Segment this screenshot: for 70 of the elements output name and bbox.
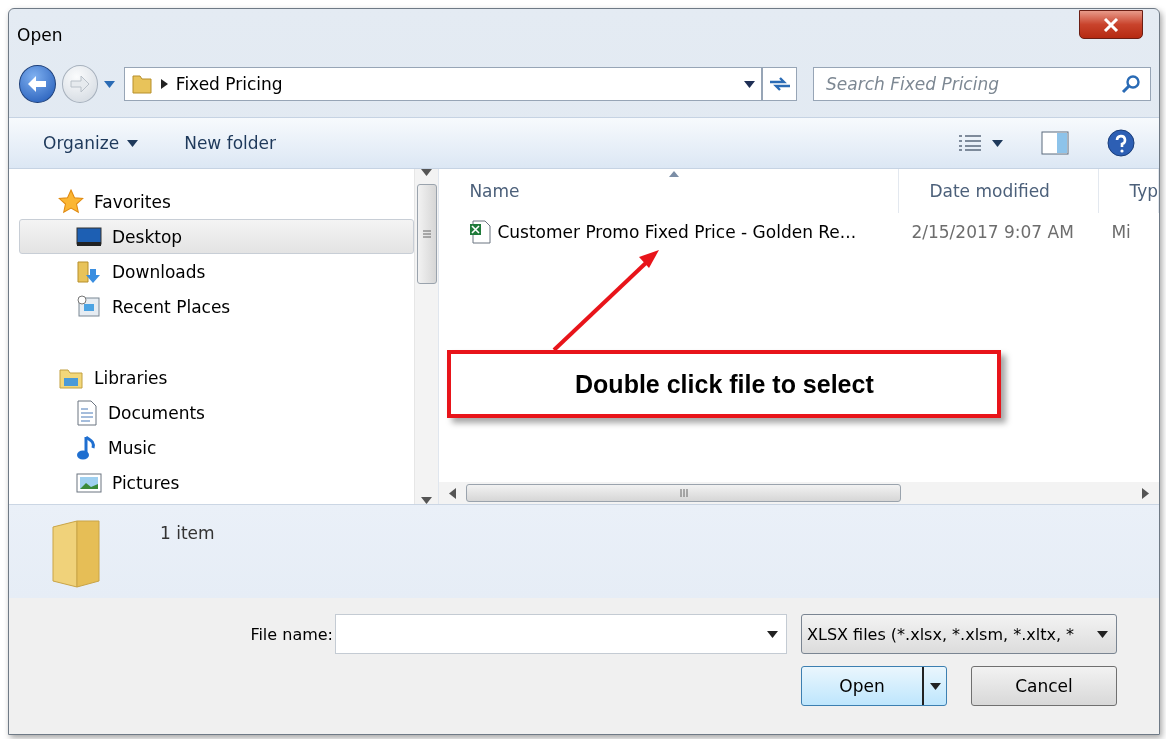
new-folder-button[interactable]: New folder xyxy=(178,129,282,157)
breadcrumb[interactable]: Fixed Pricing xyxy=(175,74,737,94)
chevron-icon xyxy=(160,79,168,89)
caret-icon xyxy=(992,139,1003,147)
date-cell-text: 2/15/2017 9:07 AM xyxy=(910,222,1075,242)
column-header[interactable]: Name xyxy=(439,169,900,213)
scroll-thumb[interactable] xyxy=(416,184,437,284)
sort-arrow-icon xyxy=(668,171,679,177)
help-icon xyxy=(1107,129,1135,157)
caret-icon xyxy=(1097,630,1108,638)
folder-icon xyxy=(130,73,153,95)
preview-pane-button[interactable] xyxy=(1039,129,1071,157)
dropdown-caret-icon xyxy=(767,630,778,638)
search-icon xyxy=(1121,74,1141,94)
caret-icon xyxy=(127,139,139,147)
close-icon xyxy=(1103,17,1119,32)
organize-menu[interactable]: Organize xyxy=(37,129,145,157)
callout-text: Double click file to select xyxy=(575,369,874,399)
picture-icon xyxy=(76,471,102,494)
forward-button[interactable] xyxy=(61,65,99,103)
document-icon xyxy=(76,399,98,426)
recent-places-icon xyxy=(76,293,102,320)
caret-icon xyxy=(104,80,116,88)
address-bar[interactable]: Fixed Pricing xyxy=(123,67,763,101)
star-icon xyxy=(58,188,84,215)
horizontal-scrollbar[interactable] xyxy=(439,482,1159,504)
history-dropdown[interactable] xyxy=(104,80,118,88)
column-header[interactable]: Date modified xyxy=(899,169,1100,213)
column-header[interactable]: Typ xyxy=(1099,169,1159,213)
nav-group[interactable]: Favorites xyxy=(19,184,415,219)
view-menu[interactable] xyxy=(956,132,1005,154)
scroll-left-icon xyxy=(449,487,457,499)
nav-item[interactable]: Desktop xyxy=(19,219,415,254)
monitor-icon xyxy=(76,225,102,248)
file-type-dropdown[interactable]: XLSX files (*.xlsx, *.xlsm, *.xltx, * xyxy=(801,614,1117,654)
nav-group[interactable]: Libraries xyxy=(19,360,415,395)
item-count: 1 item xyxy=(160,523,215,543)
nav-item[interactable]: Downloads xyxy=(19,254,415,289)
scroll-thumb[interactable] xyxy=(466,484,902,502)
list-view-icon xyxy=(958,134,982,152)
search-field[interactable]: Search Fixed Pricing xyxy=(813,67,1151,101)
nav-item[interactable]: Music xyxy=(19,430,415,465)
vertical-scrollbar[interactable] xyxy=(414,169,439,504)
table-cell-text: Mi xyxy=(1110,222,1132,242)
nav-item[interactable]: Recent Places xyxy=(19,289,415,324)
refresh-arrows-icon xyxy=(768,76,791,92)
pane-icon xyxy=(1041,131,1069,155)
grip-icon xyxy=(679,489,688,497)
left-arrow-icon xyxy=(27,75,48,93)
refresh-button[interactable] xyxy=(762,67,797,101)
download-folder-icon xyxy=(76,258,102,285)
spreadsheet-file-icon xyxy=(469,220,492,244)
split-caret-icon xyxy=(929,682,941,690)
music-note-icon xyxy=(76,434,98,461)
nav-item[interactable]: Documents xyxy=(19,395,415,430)
nav-item[interactable]: Pictures xyxy=(19,465,415,500)
back-button[interactable] xyxy=(19,65,56,103)
file-row[interactable]: Customer Promo Fixed Price - Golden Re... 2/15/2017 9:07 AM Mi xyxy=(439,213,1159,251)
open-button[interactable]: Open xyxy=(801,666,947,706)
right-arrow-icon xyxy=(70,75,91,93)
file-name-label: File name: xyxy=(250,624,334,644)
scroll-right-icon xyxy=(1142,487,1149,499)
dropdown-caret-icon xyxy=(744,80,756,88)
window-title: Open xyxy=(17,25,63,45)
file-name: Customer Promo Fixed Price - Golden Re... xyxy=(497,222,857,242)
grip-icon xyxy=(422,230,431,238)
close-button[interactable] xyxy=(1079,10,1143,39)
help-button[interactable] xyxy=(1105,127,1137,159)
file-name-field[interactable] xyxy=(335,614,787,654)
cancel-button[interactable]: Cancel xyxy=(971,666,1117,706)
